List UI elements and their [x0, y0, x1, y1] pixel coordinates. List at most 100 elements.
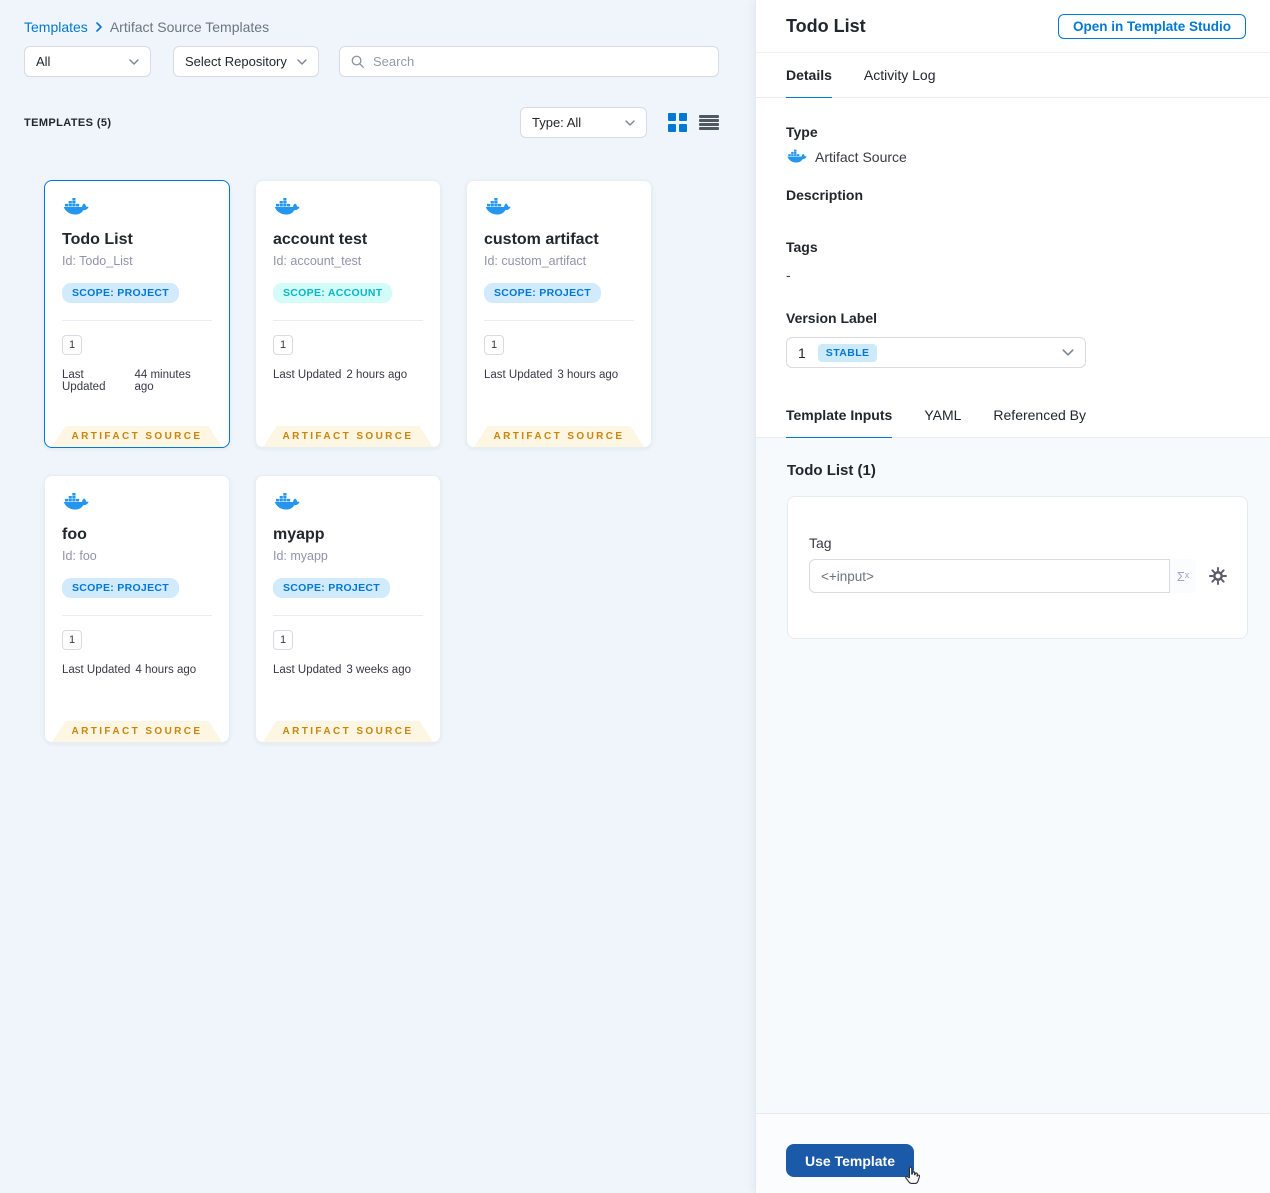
docker-icon [273, 197, 300, 218]
tags-value: - [786, 267, 791, 283]
templates-count-label: TEMPLATES (5) [24, 116, 112, 129]
search-icon [351, 55, 364, 68]
artifact-source-ribbon: ARTIFACT SOURCE [263, 426, 433, 447]
card-divider [62, 320, 212, 321]
scope-badge: SCOPE: PROJECT [62, 578, 179, 598]
template-card-todo-list[interactable]: Todo List Id: Todo_List SCOPE: PROJECT 1… [44, 180, 230, 448]
template-card-id: Id: account_test [273, 254, 362, 268]
artifact-source-ribbon: ARTIFACT SOURCE [52, 721, 222, 742]
scope-badge: SCOPE: PROJECT [273, 578, 390, 598]
panel-title: Todo List [786, 16, 866, 36]
search-input[interactable] [373, 54, 708, 69]
chevron-down-icon [129, 59, 139, 65]
inputs-heading: Todo List (1) [787, 462, 876, 479]
last-updated: Last Updated 2 hours ago [273, 369, 408, 381]
filter-bar: All Select Repository [0, 35, 755, 77]
tab-template-inputs[interactable]: Template Inputs [786, 393, 893, 440]
template-card-title: myapp [273, 526, 325, 543]
template-card-custom-artifact[interactable]: custom artifact Id: custom_artifact SCOP… [466, 180, 652, 448]
last-updated: Last Updated 3 hours ago [484, 369, 619, 381]
card-divider [273, 320, 423, 321]
stable-badge: STABLE [817, 343, 878, 362]
inputs-card: Tag Σˣ [787, 496, 1248, 639]
version-label: Version Label [786, 310, 878, 326]
template-card-id: Id: foo [62, 549, 97, 563]
version-count-badge: 1 [62, 630, 82, 650]
docker-icon [62, 492, 89, 513]
template-card-myapp[interactable]: myapp Id: myapp SCOPE: PROJECT 1 Last Up… [255, 475, 441, 743]
tab-yaml[interactable]: YAML [924, 393, 961, 437]
version-dropdown[interactable]: 1 STABLE [786, 337, 1086, 368]
docker-icon [786, 149, 807, 165]
docker-icon [273, 492, 300, 513]
artifact-source-ribbon: ARTIFACT SOURCE [52, 426, 222, 447]
template-card-title: foo [62, 526, 87, 543]
app-root: Templates Artifact Source Templates All … [0, 0, 1270, 1193]
list-header: TEMPLATES (5) Type: All [0, 107, 755, 138]
docker-icon [484, 197, 511, 218]
tag-input[interactable] [809, 559, 1196, 593]
list-view-icon[interactable] [699, 114, 719, 131]
tags-label: Tags [786, 239, 818, 255]
chevron-right-icon [95, 22, 103, 32]
type-filter-value: Type: All [532, 115, 582, 130]
chevron-down-icon [297, 59, 307, 65]
tab-referenced-by[interactable]: Referenced By [993, 393, 1086, 437]
grid-view-icon[interactable] [668, 113, 687, 132]
template-card-foo[interactable]: foo Id: foo SCOPE: PROJECT 1 Last Update… [44, 475, 230, 743]
tag-label: Tag [809, 535, 832, 551]
mouse-cursor-icon [900, 1165, 922, 1193]
expression-icon[interactable]: Σˣ [1169, 559, 1196, 593]
inputs-tabbar: Template Inputs YAML Referenced By [756, 393, 1270, 440]
repository-filter-value: Select Repository [185, 54, 287, 69]
version-count-badge: 1 [273, 630, 293, 650]
breadcrumb-current: Artifact Source Templates [109, 19, 270, 35]
scope-badge: SCOPE: PROJECT [484, 283, 601, 303]
breadcrumb: Templates Artifact Source Templates [0, 0, 755, 35]
template-card-title: account test [273, 231, 368, 248]
scope-badge: SCOPE: ACCOUNT [273, 283, 393, 303]
scope-badge: SCOPE: PROJECT [62, 283, 179, 303]
chevron-down-icon [1062, 349, 1074, 356]
tab-details[interactable]: Details [786, 53, 832, 100]
template-inputs-section: Todo List (1) Tag Σˣ [756, 438, 1270, 1113]
scope-filter-dropdown[interactable]: All [24, 46, 151, 77]
template-card-id: Id: Todo_List [62, 254, 133, 268]
details-section: Type Artifact Source Description Tags - … [756, 98, 1270, 393]
version-count-badge: 1 [273, 335, 293, 355]
last-updated: Last Updated 4 hours ago [62, 664, 197, 676]
version-count-badge: 1 [62, 335, 82, 355]
template-card-account-test[interactable]: account test Id: account_test SCOPE: ACC… [255, 180, 441, 448]
repository-filter-dropdown[interactable]: Select Repository [173, 46, 319, 77]
panel-footer: Use Template [756, 1113, 1270, 1193]
version-count-badge: 1 [484, 335, 504, 355]
description-label: Description [786, 187, 864, 203]
panel-header: Todo List Open in Template Studio [756, 0, 1270, 53]
search-box[interactable] [339, 46, 719, 77]
card-divider [484, 320, 634, 321]
type-filter-dropdown[interactable]: Type: All [520, 107, 647, 138]
gear-icon[interactable] [1209, 567, 1227, 585]
details-tabbar: Details Activity Log [756, 53, 1270, 100]
breadcrumb-templates-link[interactable]: Templates [24, 19, 88, 35]
template-details-panel: Todo List Open in Template Studio Detail… [755, 0, 1270, 1193]
artifact-source-ribbon: ARTIFACT SOURCE [263, 721, 433, 742]
artifact-source-ribbon: ARTIFACT SOURCE [474, 426, 644, 447]
last-updated: Last Updated 44 minutes ago [62, 369, 191, 393]
templates-list-pane: Templates Artifact Source Templates All … [0, 0, 755, 1193]
template-cards-grid: Todo List Id: Todo_List SCOPE: PROJECT 1… [44, 180, 656, 743]
open-in-template-studio-button[interactable]: Open in Template Studio [1057, 14, 1246, 39]
tab-activity-log[interactable]: Activity Log [864, 53, 936, 97]
type-value: Artifact Source [815, 149, 907, 165]
docker-icon [62, 197, 89, 218]
template-card-id: Id: custom_artifact [484, 254, 587, 268]
version-value: 1 [798, 344, 806, 361]
use-template-button[interactable]: Use Template [786, 1144, 914, 1177]
card-divider [273, 615, 423, 616]
scope-filter-value: All [36, 54, 51, 69]
template-card-title: Todo List [62, 231, 133, 248]
last-updated: Last Updated 3 weeks ago [273, 664, 411, 676]
template-card-id: Id: myapp [273, 549, 328, 563]
card-divider [62, 615, 212, 616]
template-card-title: custom artifact [484, 231, 599, 248]
